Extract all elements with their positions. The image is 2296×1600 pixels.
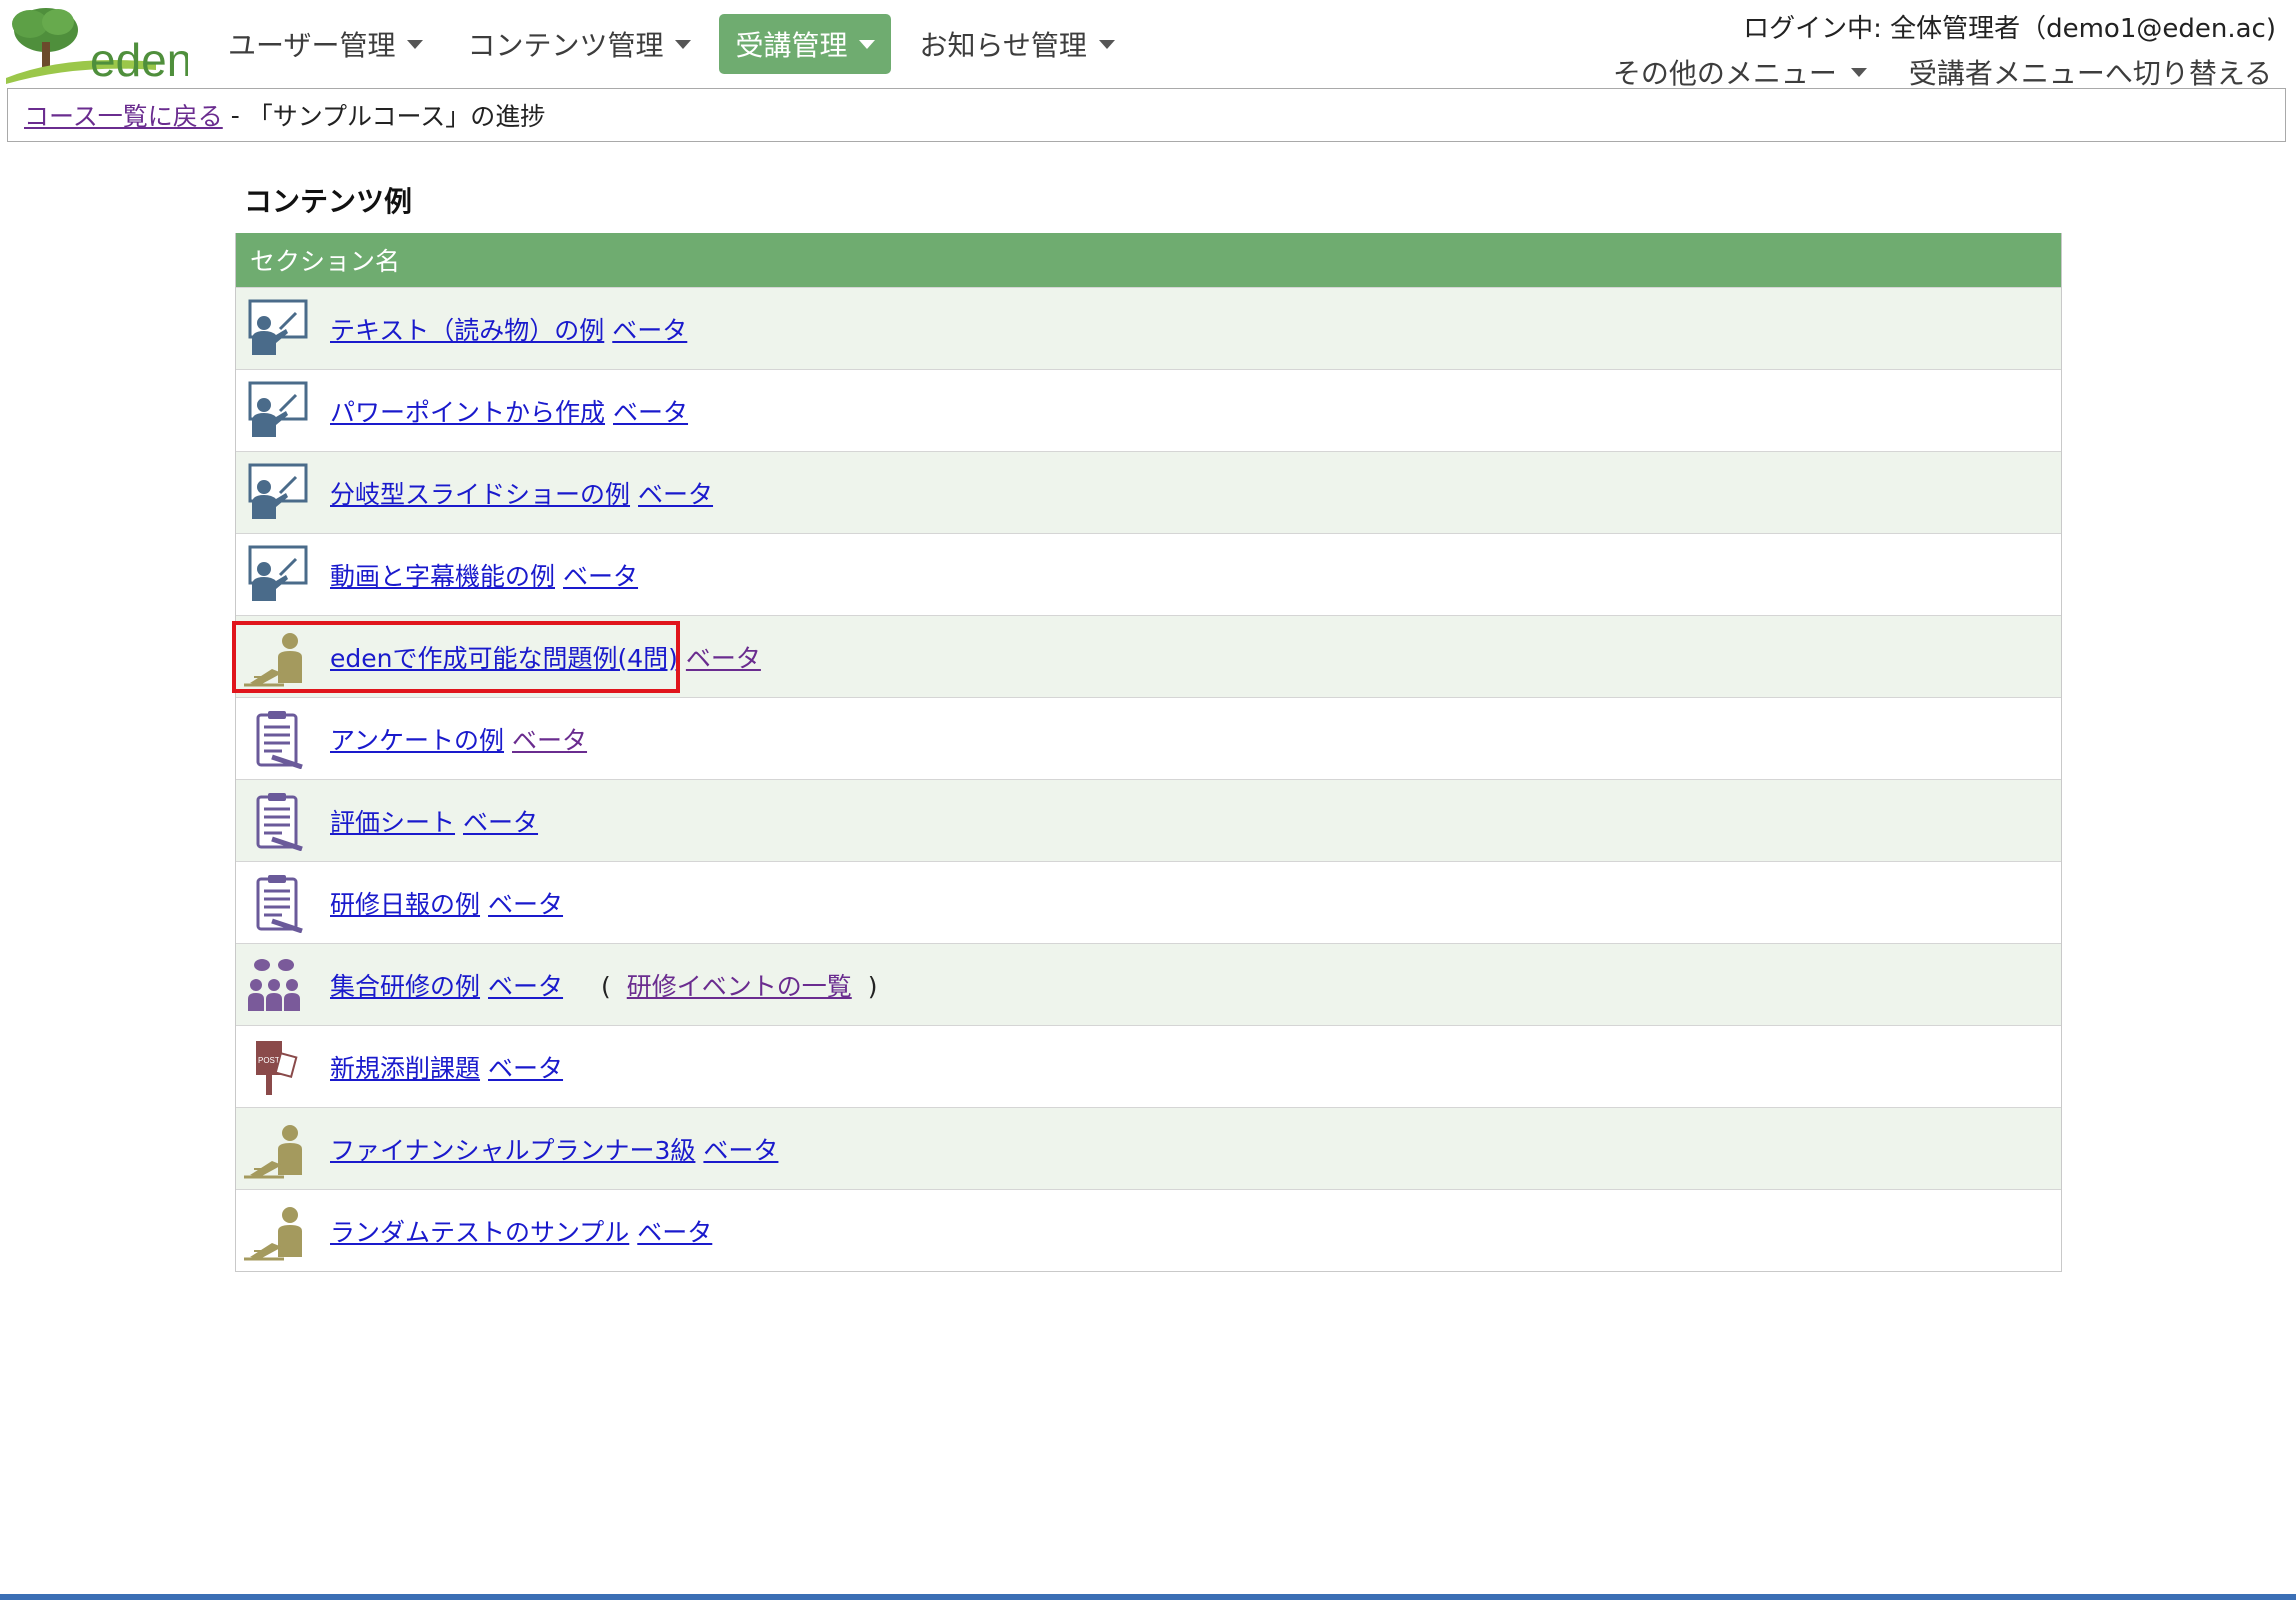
exam-icon [242, 1119, 312, 1179]
paren-close: ) [867, 971, 878, 1001]
beta-link[interactable]: ベータ [512, 721, 587, 757]
beta-link[interactable]: ベータ [488, 1049, 563, 1085]
section-row: ランダムテストのサンプル ベータ [236, 1189, 2061, 1271]
section-title-link[interactable]: 新規添削課題 [330, 1049, 480, 1085]
beta-link[interactable]: ベータ [638, 475, 713, 511]
caret-down-icon [1850, 67, 1867, 77]
svg-text:POST: POST [258, 1056, 280, 1065]
beta-link[interactable]: ベータ [612, 311, 687, 347]
paren-open: ( [601, 971, 611, 1001]
beta-link[interactable]: ベータ [637, 1213, 712, 1249]
section-row: ファイナンシャルプランナー3級 ベータ [236, 1107, 2061, 1189]
section-title-link[interactable]: ランダムテストのサンプル [330, 1213, 629, 1249]
lecture-icon [242, 381, 312, 441]
section-row: 分岐型スライドショーの例 ベータ [236, 451, 2061, 533]
post-icon: POST [242, 1037, 312, 1097]
page-title: コンテンツ例 [244, 185, 413, 218]
nav-course-management[interactable]: 受講管理 [719, 14, 892, 74]
top-links: その他のメニュー 受講者メニューへ切り替える [1613, 52, 2272, 92]
back-to-course-list-link[interactable]: コース一覧に戻る [24, 97, 223, 133]
section-title-link[interactable]: 動画と字幕機能の例 [330, 557, 555, 593]
lecture-icon [242, 463, 312, 523]
eden-logo[interactable]: eden [6, 4, 192, 86]
table-header: セクション名 [236, 233, 2061, 287]
section-row: 動画と字幕機能の例 ベータ [236, 533, 2061, 615]
section-title-link[interactable]: 評価シート [330, 803, 455, 839]
section-row: テキスト（読み物）の例 ベータ [236, 287, 2061, 369]
beta-link[interactable]: ベータ [613, 393, 688, 429]
other-menu-label: その他のメニュー [1612, 57, 1837, 90]
training-events-extra: ( 研修イベントの一覧 ) [601, 967, 877, 1003]
other-menu-dropdown[interactable]: その他のメニュー [1613, 52, 1867, 92]
beta-link[interactable]: ベータ [463, 803, 538, 839]
nav-course-management-label: 受講管理 [735, 29, 848, 62]
caret-down-icon [859, 39, 876, 49]
section-title-link[interactable]: 研修日報の例 [330, 885, 480, 921]
window-bottom-border [0, 1594, 2296, 1600]
exam-icon [242, 1201, 312, 1261]
lecture-icon [242, 545, 312, 605]
beta-link[interactable]: ベータ [488, 885, 563, 921]
nav-user-management[interactable]: ユーザー管理 [212, 14, 439, 74]
main-nav: ユーザー管理 コンテンツ管理 受講管理 お知らせ管理 [212, 14, 1131, 74]
exam-icon [242, 627, 312, 687]
beta-link[interactable]: ベータ [703, 1131, 778, 1167]
svg-text:eden: eden [90, 34, 188, 84]
section-title-link[interactable]: パワーポイントから作成 [330, 393, 605, 429]
breadcrumb: コース一覧に戻る - 「サンプルコース」の進捗 [7, 88, 2286, 142]
survey-icon [242, 709, 312, 769]
survey-icon [242, 873, 312, 933]
beta-link[interactable]: ベータ [488, 967, 563, 1003]
section-title-link[interactable]: テキスト（読み物）の例 [330, 311, 604, 347]
beta-link[interactable]: ベータ [686, 639, 761, 675]
nav-news-management-label: お知らせ管理 [919, 29, 1087, 62]
nav-user-management-label: ユーザー管理 [228, 29, 396, 62]
caret-down-icon [1098, 39, 1115, 49]
section-row: アンケートの例 ベータ [236, 697, 2061, 779]
section-row: 評価シート ベータ [236, 779, 2061, 861]
breadcrumb-current: 「サンプルコース」の進捗 [247, 102, 546, 131]
section-table: セクション名 テキスト（読み物）の例 ベータ パワーポイントから作成 ベータ 分… [232, 233, 2062, 1272]
section-title-link[interactable]: 集合研修の例 [330, 967, 480, 1003]
breadcrumb-separator: - [230, 100, 240, 130]
section-row: POST 新規添削課題 ベータ [236, 1025, 2061, 1107]
section-row: パワーポイントから作成 ベータ [236, 369, 2061, 451]
section-row: 集合研修の例 ベータ ( 研修イベントの一覧 ) [236, 943, 2061, 1025]
switch-to-learner-link[interactable]: 受講者メニューへ切り替える [1909, 52, 2272, 92]
section-title-link[interactable]: 分岐型スライドショーの例 [330, 475, 630, 511]
caret-down-icon [407, 39, 424, 49]
beta-link[interactable]: ベータ [563, 557, 638, 593]
section-title-link[interactable]: edenで作成可能な問題例(4問) [330, 639, 678, 675]
group-training-icon [242, 955, 312, 1015]
training-event-list-link[interactable]: 研修イベントの一覧 [627, 972, 852, 1001]
section-row: edenで作成可能な問題例(4問) ベータ [232, 615, 2061, 697]
section-title-link[interactable]: ファイナンシャルプランナー3級 [330, 1131, 695, 1167]
survey-icon [242, 791, 312, 851]
login-status: ログイン中: 全体管理者（demo1@eden.ac) [1743, 14, 2276, 44]
lecture-icon [242, 299, 312, 359]
caret-down-icon [675, 39, 692, 49]
nav-content-management[interactable]: コンテンツ管理 [451, 14, 707, 74]
section-title-link[interactable]: アンケートの例 [330, 721, 504, 757]
section-row: 研修日報の例 ベータ [236, 861, 2061, 943]
nav-content-management-label: コンテンツ管理 [467, 29, 664, 62]
nav-news-management[interactable]: お知らせ管理 [903, 14, 1130, 74]
